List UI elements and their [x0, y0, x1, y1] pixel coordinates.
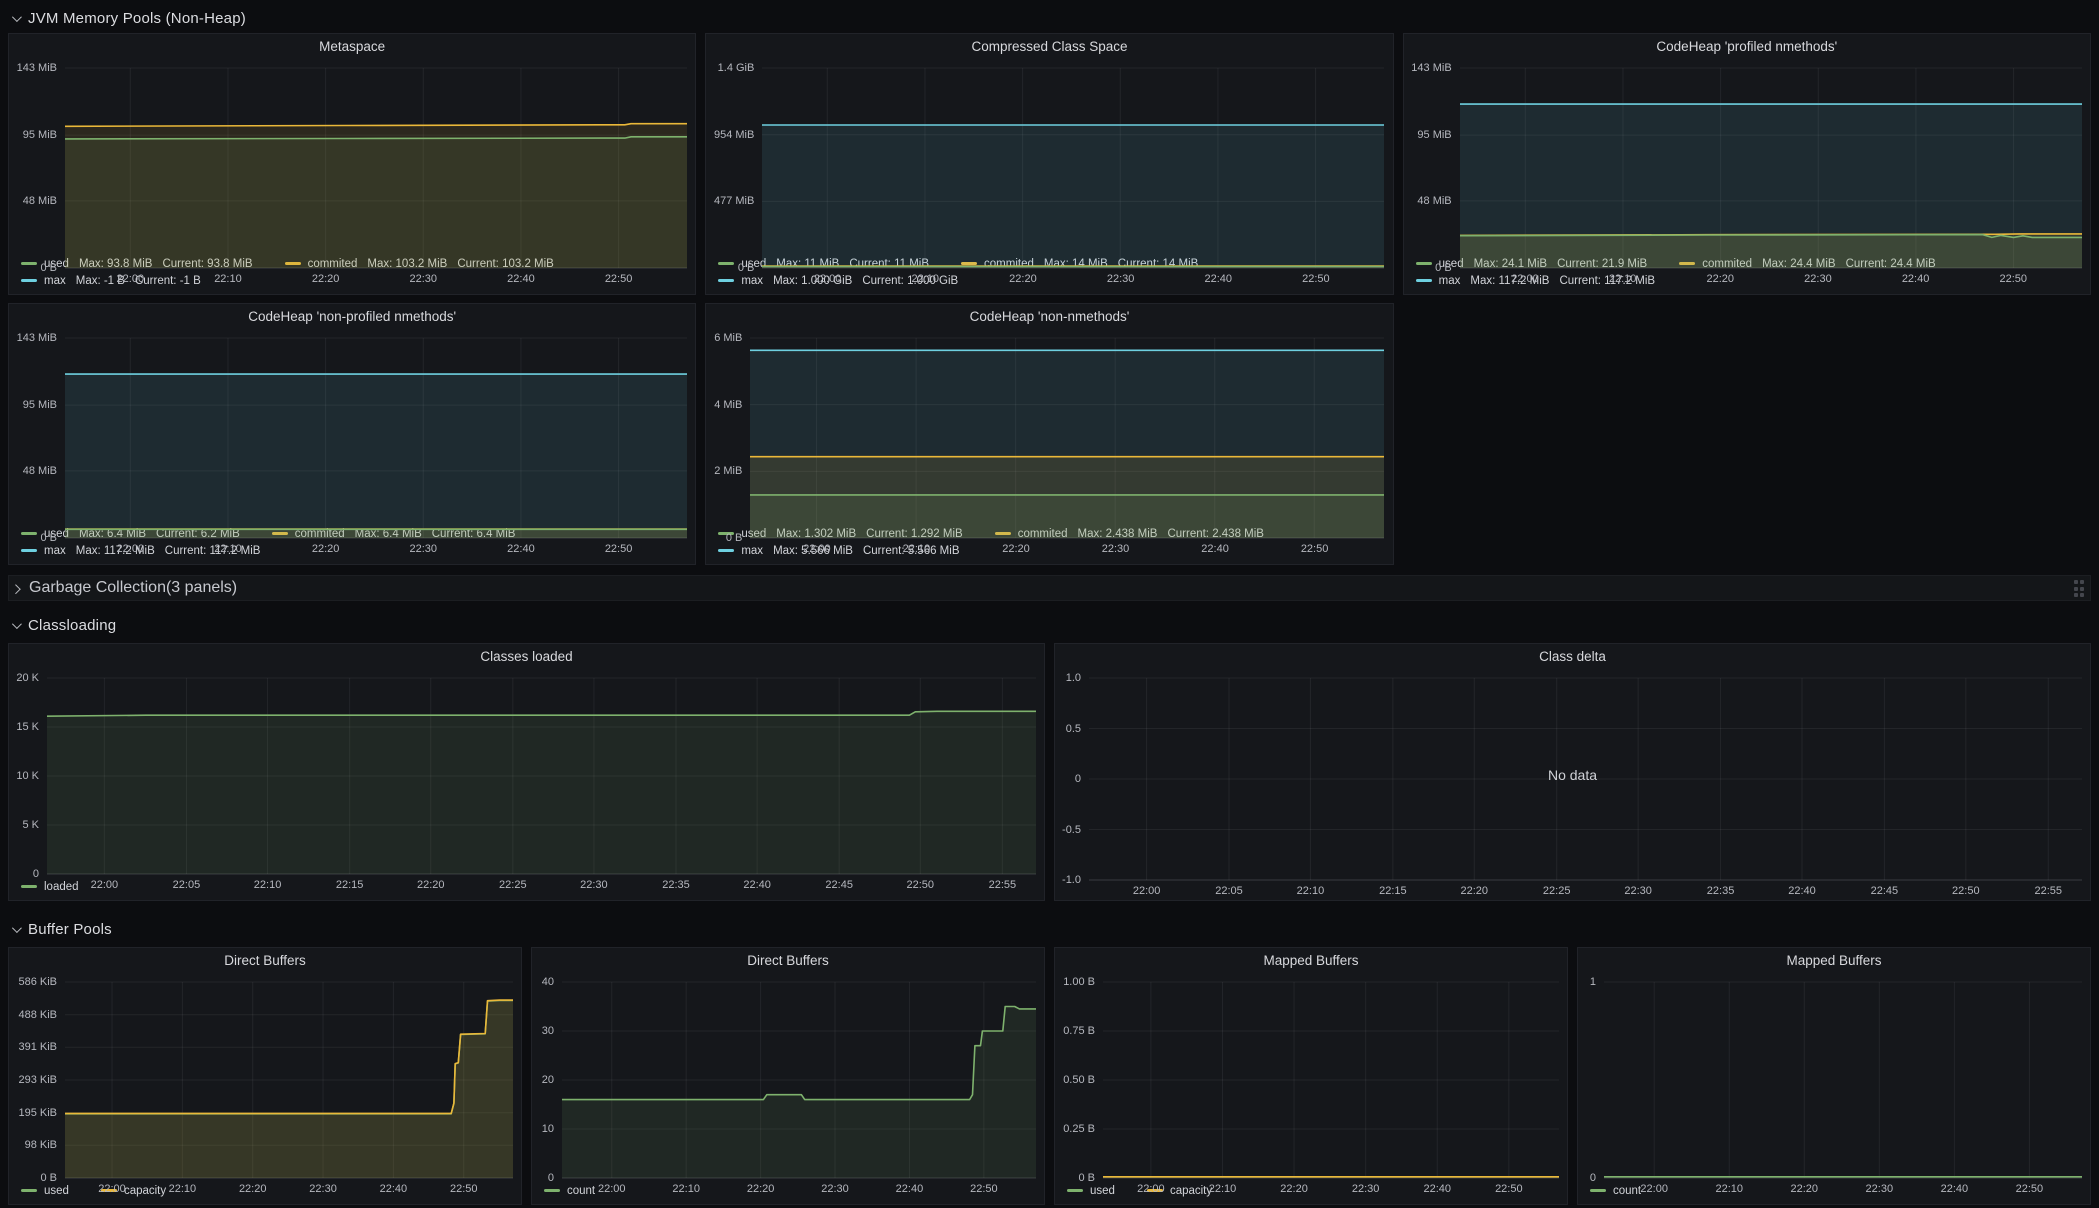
panel-codeheap-nonnmethods: CodeHeap 'non-nmethods' 0 B2 MiB4 MiB6 M… — [705, 303, 1393, 565]
panel-codeheap-profiled: CodeHeap 'profiled nmethods' 0 B48 MiB95… — [1403, 33, 2091, 295]
panel-direct-buffers-count: Direct Buffers 01020304022:0022:1022:202… — [531, 947, 1045, 1205]
panel-title[interactable]: Class delta — [1055, 644, 2090, 670]
chart-codeheap-nonprofiled[interactable]: 0 B48 MiB95 MiB143 MiB22:0022:1022:2022:… — [9, 330, 695, 524]
panel-title[interactable]: Mapped Buffers — [1055, 948, 1567, 974]
empty-grid-cell — [1403, 303, 2091, 565]
chart-metaspace[interactable]: 0 B48 MiB95 MiB143 MiB22:0022:1022:2022:… — [9, 60, 695, 254]
section-title: Garbage Collection — [29, 579, 166, 597]
panel-title[interactable]: Metaspace — [9, 34, 695, 60]
chevron-right-icon — [11, 584, 21, 594]
chevron-down-icon — [12, 923, 22, 933]
chart-mapped-buffers-bytes[interactable]: 0 B0.25 B0.50 B0.75 B1.00 B22:0022:1022:… — [1055, 974, 1567, 1181]
chart-direct-buffers-bytes[interactable]: 0 B98 KiB195 KiB293 KiB391 KiB488 KiB586… — [9, 974, 521, 1181]
section-header-buffer-pools[interactable]: Buffer Pools — [8, 917, 2091, 941]
section-header-classloading[interactable]: Classloading — [8, 613, 2091, 637]
panel-title[interactable]: Classes loaded — [9, 644, 1044, 670]
panel-classes-loaded: Classes loaded 05 K10 K15 K20 K22:0022:0… — [8, 643, 1045, 901]
dashboard: JVM Memory Pools (Non-Heap) Metaspace 0 … — [0, 0, 2099, 1208]
drag-handle-icon[interactable] — [2074, 580, 2085, 597]
panel-title[interactable]: CodeHeap 'non-nmethods' — [706, 304, 1392, 330]
panel-direct-buffers-bytes: Direct Buffers 0 B98 KiB195 KiB293 KiB39… — [8, 947, 522, 1205]
panel-class-delta: Class delta -1.0-0.500.51.022:0022:0522:… — [1054, 643, 2091, 901]
chevron-down-icon — [12, 12, 22, 22]
chart-compressed-class-space[interactable]: 0 B477 MiB954 MiB1.4 GiB22:0022:1022:202… — [706, 60, 1392, 254]
chevron-down-icon — [12, 619, 22, 629]
panel-compressed-class-space: Compressed Class Space 0 B477 MiB954 MiB… — [705, 33, 1393, 295]
chart-codeheap-nonnmethods[interactable]: 0 B2 MiB4 MiB6 MiB22:0022:1022:2022:3022… — [706, 330, 1392, 524]
section-header-jvm-memory-pools[interactable]: JVM Memory Pools (Non-Heap) — [8, 6, 2091, 30]
section-panel-count: (3 panels) — [166, 579, 237, 597]
section-title: Buffer Pools — [28, 921, 112, 938]
panel-codeheap-nonprofiled: CodeHeap 'non-profiled nmethods' 0 B48 M… — [8, 303, 696, 565]
panel-title[interactable]: Mapped Buffers — [1578, 948, 2090, 974]
panel-row-3: Classes loaded 05 K10 K15 K20 K22:0022:0… — [8, 643, 2091, 901]
chart-class-delta[interactable]: -1.0-0.500.51.022:0022:0522:1022:1522:20… — [1055, 670, 2090, 900]
no-data-message: No data — [1055, 767, 2090, 783]
panel-row-2: CodeHeap 'non-profiled nmethods' 0 B48 M… — [8, 303, 2091, 565]
panel-title[interactable]: Direct Buffers — [532, 948, 1044, 974]
panel-row-1: Metaspace 0 B48 MiB95 MiB143 MiB22:0022:… — [8, 33, 2091, 295]
section-title: Classloading — [28, 617, 116, 634]
panel-title[interactable]: Direct Buffers — [9, 948, 521, 974]
chart-codeheap-profiled[interactable]: 0 B48 MiB95 MiB143 MiB22:0022:1022:2022:… — [1404, 60, 2090, 254]
chart-mapped-buffers-count[interactable]: 0122:0022:1022:2022:3022:4022:50 — [1578, 974, 2090, 1181]
panel-title[interactable]: CodeHeap 'non-profiled nmethods' — [9, 304, 695, 330]
chart-direct-buffers-count[interactable]: 01020304022:0022:1022:2022:3022:4022:50 — [532, 974, 1044, 1181]
chart-classes-loaded[interactable]: 05 K10 K15 K20 K22:0022:0522:1022:1522:2… — [9, 670, 1044, 877]
panel-mapped-buffers-count: Mapped Buffers 0122:0022:1022:2022:3022:… — [1577, 947, 2091, 1205]
panel-title[interactable]: Compressed Class Space — [706, 34, 1392, 60]
section-header-garbage-collection[interactable]: Garbage Collection (3 panels) — [8, 575, 2091, 601]
panel-row-4: Direct Buffers 0 B98 KiB195 KiB293 KiB39… — [8, 947, 2091, 1205]
panel-mapped-buffers-bytes: Mapped Buffers 0 B0.25 B0.50 B0.75 B1.00… — [1054, 947, 1568, 1205]
panel-title[interactable]: CodeHeap 'profiled nmethods' — [1404, 34, 2090, 60]
panel-metaspace: Metaspace 0 B48 MiB95 MiB143 MiB22:0022:… — [8, 33, 696, 295]
section-title: JVM Memory Pools (Non-Heap) — [28, 10, 246, 27]
